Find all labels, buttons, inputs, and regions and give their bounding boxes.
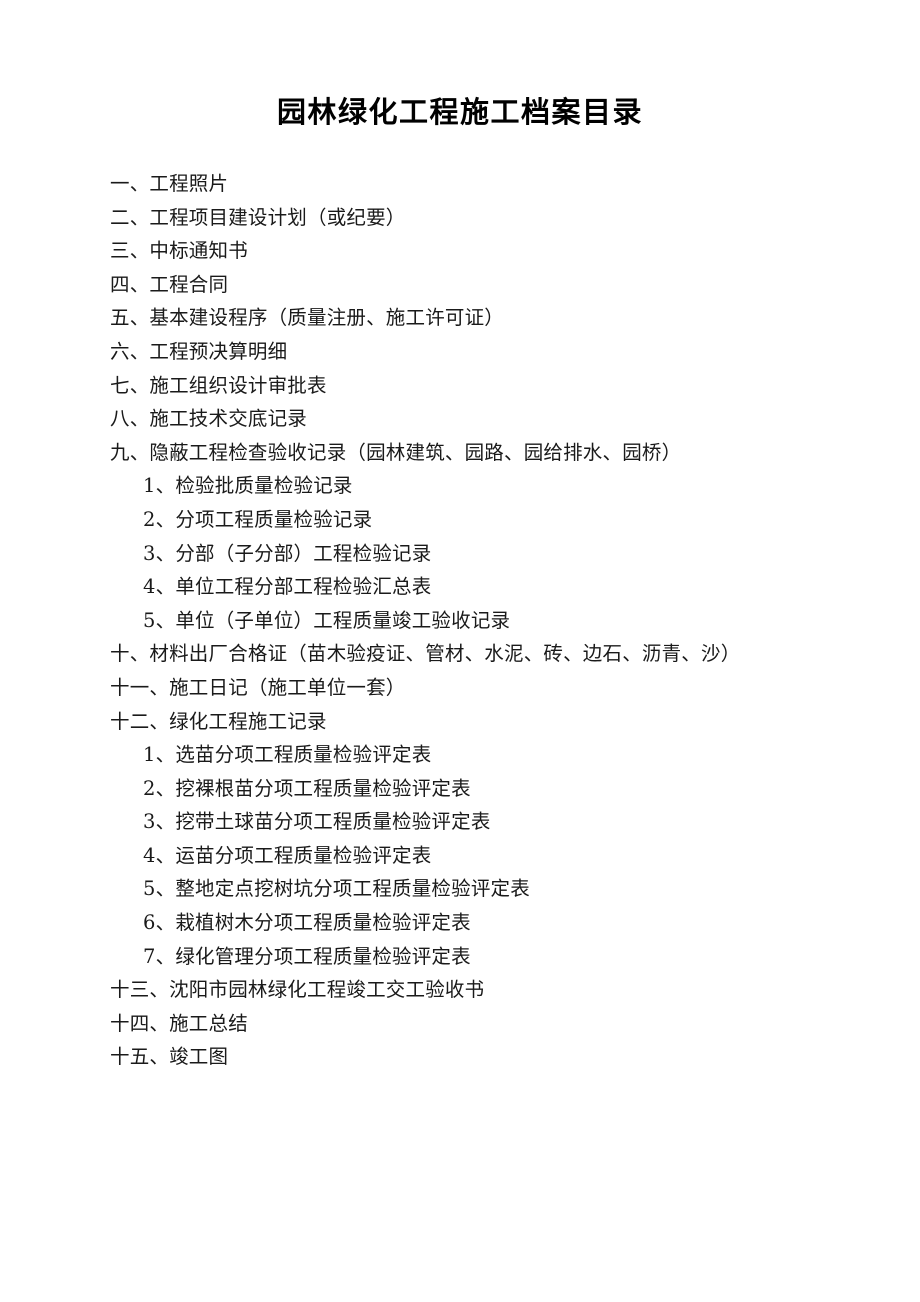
toc-entry[interactable]: 十四、施工总结 bbox=[110, 1007, 870, 1041]
toc-entry[interactable]: 八、施工技术交底记录 bbox=[110, 402, 870, 436]
toc-entry-marker: 4、 bbox=[143, 843, 176, 867]
toc-entry-marker: 六、 bbox=[110, 339, 150, 363]
toc-entry[interactable]: 二、工程项目建设计划（或纪要） bbox=[110, 201, 870, 235]
toc-entry[interactable]: 十三、沈阳市园林绿化工程竣工交工验收书 bbox=[110, 973, 870, 1007]
toc-entry-label: 挖带土球苗分项工程质量检验评定表 bbox=[175, 810, 491, 834]
toc-entry-marker: 十三、 bbox=[110, 978, 170, 1002]
toc-entry[interactable]: 十一、施工日记（施工单位一套） bbox=[110, 671, 870, 705]
toc-entry-label: 整地定点挖树坑分项工程质量检验评定表 bbox=[175, 877, 530, 901]
toc-entry[interactable]: 三、中标通知书 bbox=[110, 234, 870, 268]
toc-entry[interactable]: 四、工程合同 bbox=[110, 268, 870, 302]
toc-entry-marker: 3、 bbox=[143, 541, 176, 565]
toc-entry-marker: 十一、 bbox=[110, 675, 170, 699]
toc-entry-label: 沈阳市园林绿化工程竣工交工验收书 bbox=[169, 978, 485, 1002]
toc-entry-marker: 2、 bbox=[143, 776, 176, 800]
toc-entry-label: 分项工程质量检验记录 bbox=[175, 507, 373, 531]
toc-subentry[interactable]: 4、运苗分项工程质量检验评定表 bbox=[143, 839, 870, 873]
toc-entry-label: 单位工程分部工程检验汇总表 bbox=[175, 575, 432, 599]
page-title: 园林绿化工程施工档案目录 bbox=[276, 95, 643, 129]
toc-entry-label: 运苗分项工程质量检验评定表 bbox=[175, 843, 432, 867]
toc-entry-marker: 五、 bbox=[110, 306, 150, 330]
toc-entry-marker: 四、 bbox=[110, 272, 150, 296]
toc-entry-label: 隐蔽工程检查验收记录（园林建筑、园路、园给排水、园桥） bbox=[149, 440, 682, 464]
table-of-contents: 一、工程照片 二、工程项目建设计划（或纪要） 三、中标通知书 四、工程合同 五、基本建设… bbox=[110, 167, 870, 1074]
toc-subentry[interactable]: 1、检验批质量检验记录 bbox=[143, 469, 870, 503]
toc-entry-marker: 三、 bbox=[110, 239, 150, 263]
toc-entry-marker: 七、 bbox=[110, 373, 150, 397]
toc-entry-label: 基本建设程序（质量注册、施工许可证） bbox=[149, 306, 505, 330]
toc-entry-label: 施工组织设计审批表 bbox=[149, 373, 327, 397]
toc-entry-marker: 一、 bbox=[110, 172, 150, 195]
toc-entry-marker: 九、 bbox=[110, 440, 150, 464]
toc-entry-label: 分部（子分部）工程检验记录 bbox=[175, 541, 432, 565]
toc-entry-label: 挖裸根苗分项工程质量检验评定表 bbox=[175, 776, 471, 800]
toc-entry-marker: 4、 bbox=[143, 575, 176, 599]
toc-entry-marker: 二、 bbox=[110, 205, 150, 229]
toc-entry-label: 绿化管理分项工程质量检验评定表 bbox=[175, 944, 471, 968]
toc-entry-label: 选苗分项工程质量检验评定表 bbox=[175, 743, 432, 767]
toc-entry-label: 中标通知书 bbox=[149, 239, 248, 263]
toc-entry-marker: 3、 bbox=[143, 810, 176, 834]
document-page: 园林绿化工程施工档案目录 一、工程照片 二、工程项目建设计划（或纪要） 三、中标通知… bbox=[0, 0, 920, 1302]
toc-entry-marker: 2、 bbox=[143, 507, 176, 531]
toc-entry-label: 施工总结 bbox=[169, 1011, 248, 1035]
toc-subentry[interactable]: 7、绿化管理分项工程质量检验评定表 bbox=[143, 940, 870, 974]
toc-entry-marker: 十二、 bbox=[110, 709, 170, 733]
toc-entry[interactable]: 十二、绿化工程施工记录 bbox=[110, 705, 870, 739]
toc-subentry[interactable]: 2、挖裸根苗分项工程质量检验评定表 bbox=[143, 772, 870, 806]
toc-entry-label: 施工日记（施工单位一套） bbox=[169, 675, 406, 699]
toc-entry[interactable]: 十、材料出厂合格证（苗木验疫证、管材、水泥、砖、边石、沥青、沙） bbox=[110, 637, 870, 671]
toc-entry-marker: 7、 bbox=[143, 944, 176, 968]
toc-entry-marker: 十、 bbox=[110, 642, 150, 666]
toc-entry-label: 材料出厂合格证（苗木验疫证、管材、水泥、砖、边石、沥青、沙） bbox=[149, 642, 741, 666]
toc-entry[interactable]: 六、工程预决算明细 bbox=[110, 335, 870, 369]
toc-entry-marker: 5、 bbox=[143, 877, 176, 901]
toc-entry-label: 栽植树木分项工程质量检验评定表 bbox=[175, 911, 471, 935]
toc-entry-label: 绿化工程施工记录 bbox=[169, 709, 327, 733]
toc-subentry[interactable]: 4、单位工程分部工程检验汇总表 bbox=[143, 570, 870, 604]
toc-entry-label: 检验批质量检验记录 bbox=[175, 474, 353, 498]
toc-entry-label: 施工技术交底记录 bbox=[149, 407, 308, 431]
toc-entry-marker: 5、 bbox=[143, 608, 176, 632]
toc-entry[interactable]: 九、隐蔽工程检查验收记录（园林建筑、园路、园给排水、园桥） bbox=[110, 436, 870, 470]
toc-entry-marker: 八、 bbox=[110, 407, 150, 431]
toc-subentry[interactable]: 5、整地定点挖树坑分项工程质量检验评定表 bbox=[143, 872, 870, 906]
toc-subentry[interactable]: 2、分项工程质量检验记录 bbox=[143, 503, 870, 537]
toc-entry-marker: 十四、 bbox=[110, 1011, 170, 1035]
toc-entry[interactable]: 五、基本建设程序（质量注册、施工许可证） bbox=[110, 301, 870, 335]
toc-entry-marker: 6、 bbox=[143, 911, 176, 935]
toc-entry-label: 工程预决算明细 bbox=[149, 339, 288, 363]
toc-entry-marker: 1、 bbox=[143, 743, 176, 767]
toc-subentry[interactable]: 6、栽植树木分项工程质量检验评定表 bbox=[143, 906, 870, 940]
toc-entry-label: 工程项目建设计划（或纪要） bbox=[149, 205, 406, 229]
toc-entry-marker: 1、 bbox=[143, 474, 176, 498]
toc-subentry[interactable]: 3、挖带土球苗分项工程质量检验评定表 bbox=[143, 805, 870, 839]
toc-entry-label: 工程合同 bbox=[149, 272, 229, 296]
toc-entry-marker: 十五、 bbox=[110, 1045, 170, 1069]
toc-subentry[interactable]: 1、选苗分项工程质量检验评定表 bbox=[143, 738, 870, 772]
toc-entry-label: 工程照片 bbox=[149, 172, 229, 195]
toc-subentry[interactable]: 3、分部（子分部）工程检验记录 bbox=[143, 537, 870, 571]
toc-entry-label: 竣工图 bbox=[169, 1045, 229, 1069]
toc-entry[interactable]: 七、施工组织设计审批表 bbox=[110, 369, 870, 403]
toc-entry[interactable]: 一、工程照片 bbox=[110, 167, 870, 201]
toc-entry-label: 单位（子单位）工程质量竣工验收记录 bbox=[175, 608, 511, 632]
toc-subentry[interactable]: 5、单位（子单位）工程质量竣工验收记录 bbox=[143, 604, 870, 638]
toc-entry[interactable]: 十五、竣工图 bbox=[110, 1040, 870, 1074]
